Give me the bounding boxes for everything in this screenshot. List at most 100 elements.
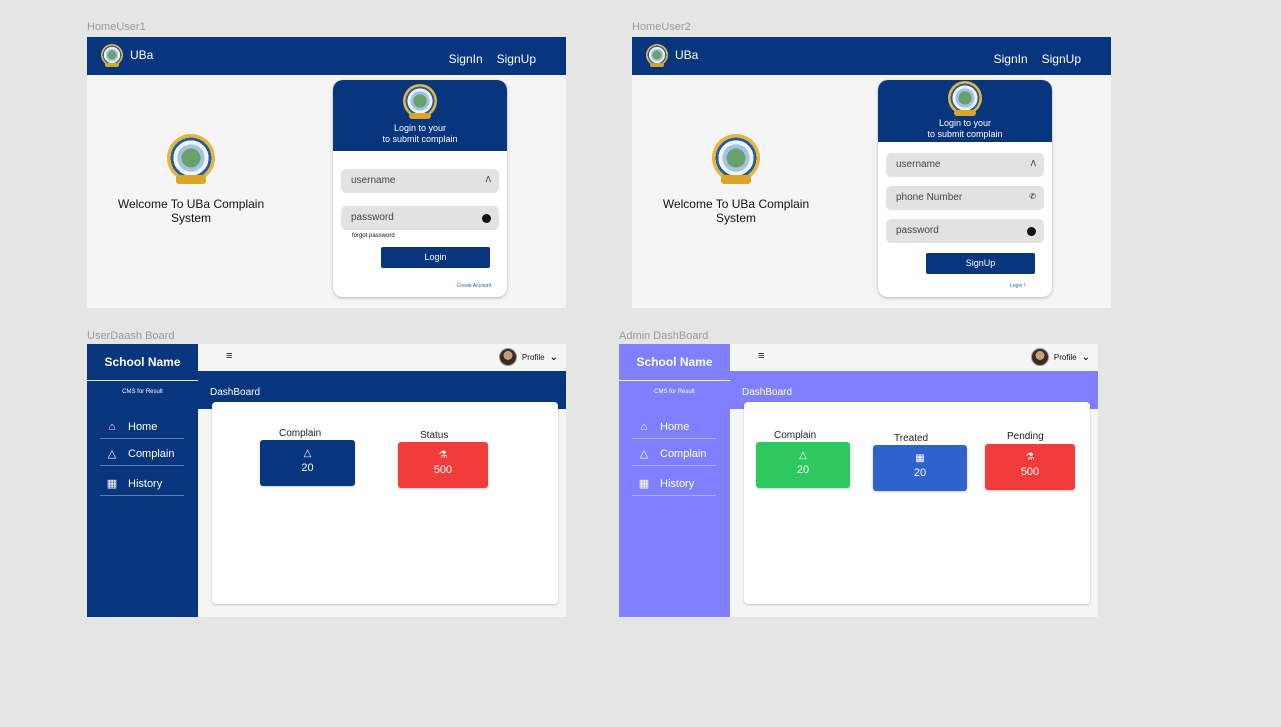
brand-name: UBa [130, 48, 154, 62]
stat-value: 20 [913, 467, 927, 479]
profile-label: Profile [1053, 352, 1077, 362]
home-icon: ⌂ [108, 420, 116, 433]
brand-name: UBa [675, 48, 699, 62]
stat-card-complain[interactable]: △ 20 [756, 442, 850, 488]
stat-value: 20 [301, 462, 314, 474]
complain-icon: △ [303, 448, 312, 459]
password-field[interactable]: password [886, 219, 1044, 243]
frame-label-user-dash: UserDaash Board [87, 330, 175, 342]
complain-icon: △ [799, 450, 807, 461]
stat-value: 500 [1020, 466, 1040, 478]
signup-card-header: Login to your to submit complain [878, 80, 1052, 142]
stat-card-pending[interactable]: ⚗ 500 [985, 444, 1075, 490]
username-placeholder: username [896, 159, 941, 170]
sidebar: School Name CMS for Result ⌂ Home △ Comp… [619, 344, 730, 617]
top-navbar: UBa SignIn SignUp [632, 37, 1111, 75]
avatar [498, 348, 517, 366]
login-card-heading2: to submit complain [382, 134, 458, 144]
username-field[interactable]: username Λ [341, 169, 499, 193]
home-user2-frame: UBa SignIn SignUp Welcome To UBa Complai… [632, 37, 1111, 308]
phone-icon: ✆ [1029, 192, 1036, 201]
stats-panel: Complain △ 20 Treated ▦ 20 Pending ⚗ 500 [744, 402, 1090, 604]
signin-link[interactable]: SignIn [994, 52, 1028, 66]
sidebar-item-complain[interactable]: △ Complain [100, 442, 184, 466]
username-field[interactable]: username Λ [886, 153, 1044, 177]
frame-label-admin-dash: Admin DashBoard [619, 330, 709, 342]
brand[interactable]: UBa [646, 44, 699, 67]
login-card-heading1: Login to your [393, 123, 447, 133]
forgot-password-link[interactable]: forgot password [352, 233, 395, 239]
sidebar-item-label: Home [128, 420, 158, 433]
profile-menu[interactable]: Profile ⌄ [1030, 348, 1090, 366]
welcome-line2: System [170, 211, 211, 225]
logo-seal-icon [403, 84, 437, 120]
sidebar-item-home[interactable]: ⌂ Home [100, 415, 184, 439]
welcome-line1: Welcome To UBa Complain [117, 197, 265, 211]
eye-icon[interactable] [482, 214, 491, 223]
eye-icon[interactable] [1027, 227, 1036, 236]
frame-label-home2: HomeUser2 [632, 21, 691, 33]
sidebar-item-label: History [660, 477, 695, 490]
welcome-line1: Welcome To UBa Complain [662, 197, 810, 211]
stat-value: 20 [796, 464, 810, 476]
signup-link[interactable]: SignUp [497, 52, 536, 66]
password-field[interactable]: password [341, 206, 499, 230]
user-icon: Λ [1030, 159, 1036, 168]
avatar [1030, 348, 1049, 366]
complain-icon: △ [639, 448, 649, 460]
welcome-line2: System [715, 211, 756, 225]
sidebar-item-history[interactable]: ▦ History [100, 472, 184, 496]
logo-seal-icon [646, 44, 668, 67]
sidebar-item-label: History [128, 477, 163, 490]
login-card: Login to your to submit complain usernam… [333, 80, 507, 297]
history-icon: ▦ [638, 478, 650, 490]
stat-card-status[interactable]: ⚗ 500 [398, 442, 488, 488]
school-name: School Name [87, 344, 198, 381]
stat-card-complain[interactable]: △ 20 [260, 440, 355, 486]
phone-placeholder: phone Number [896, 192, 963, 203]
menu-icon[interactable]: ≡ [226, 350, 232, 362]
welcome-block: Welcome To UBa Complain System [662, 134, 810, 225]
history-icon: ▦ [915, 453, 925, 464]
page-title: DashBoard [742, 387, 793, 398]
history-icon: ▦ [106, 478, 118, 490]
sidebar-item-label: Home [660, 420, 690, 433]
dashboard-topbar: ≡ Profile ⌄ [198, 344, 566, 371]
chevron-down-icon: ⌄ [549, 351, 558, 363]
desk-icon: ⚗ [1025, 452, 1035, 463]
signup-card-heading1: Login to your [938, 118, 992, 128]
complain-icon: △ [107, 448, 117, 460]
menu-icon[interactable]: ≡ [758, 350, 764, 362]
logo-seal-icon [101, 44, 123, 67]
signin-link[interactable]: SignIn [449, 52, 483, 66]
signup-button[interactable]: SignUp [926, 253, 1035, 274]
profile-menu[interactable]: Profile ⌄ [498, 348, 558, 366]
signup-card-heading2: to submit complain [927, 129, 1003, 139]
sidebar-item-label: Complain [128, 447, 175, 460]
phone-number-field[interactable]: phone Number ✆ [886, 186, 1044, 210]
password-placeholder: password [896, 225, 939, 236]
logo-seal-icon [712, 134, 760, 184]
sidebar-item-home[interactable]: ⌂ Home [632, 415, 716, 439]
stat-card-treated[interactable]: ▦ 20 [873, 445, 967, 491]
welcome-block: Welcome To UBa Complain System [117, 134, 265, 225]
brand[interactable]: UBa [101, 44, 154, 67]
sidebar-item-complain[interactable]: △ Complain [632, 442, 716, 466]
signup-link[interactable]: SignUp [1042, 52, 1081, 66]
stats-panel: Complain △ 20 Status ⚗ 500 [212, 402, 558, 604]
username-placeholder: username [351, 175, 396, 186]
stat-label-complain: Complain [279, 428, 322, 439]
chevron-down-icon: ⌄ [1081, 351, 1090, 363]
login-button[interactable]: Login [381, 247, 490, 268]
home-icon: ⌂ [640, 420, 648, 433]
profile-label: Profile [521, 352, 545, 362]
sidebar-item-history[interactable]: ▦ History [632, 472, 716, 496]
stat-label-status: Status [420, 430, 449, 441]
create-account-link[interactable]: Create Account [457, 283, 491, 289]
user-dashboard-frame: School Name CMS for Result ⌂ Home △ Comp… [87, 344, 566, 617]
signup-card: Login to your to submit complain usernam… [878, 80, 1052, 297]
login-link[interactable]: Login ! [1010, 283, 1025, 289]
frame-label-home1: HomeUser1 [87, 21, 146, 33]
stat-label-treated: Treated [894, 433, 929, 444]
password-placeholder: password [351, 212, 394, 223]
